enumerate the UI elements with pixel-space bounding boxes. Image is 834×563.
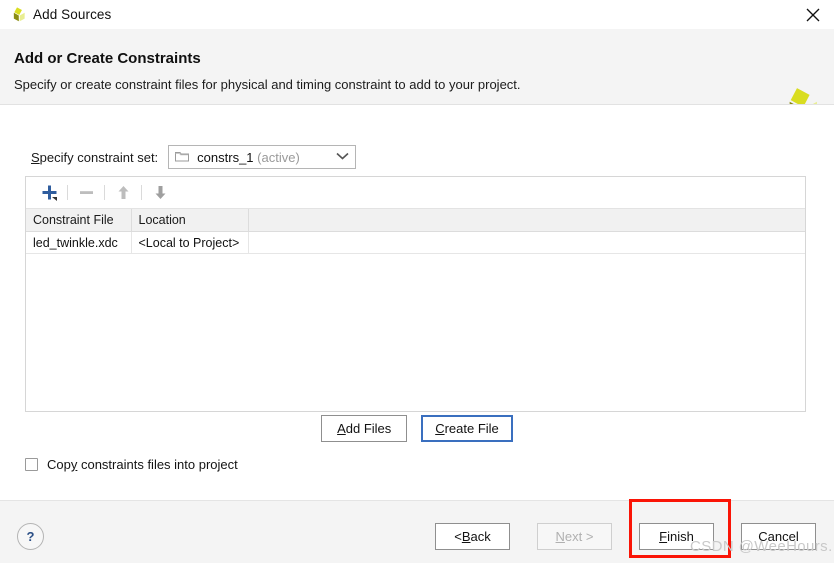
toolbar-separator [141, 185, 142, 200]
next-button: Next > [537, 523, 612, 550]
remove-file-button[interactable] [73, 182, 99, 204]
back-button[interactable]: < Back [435, 523, 510, 550]
copy-constraints-option[interactable]: Copy constraints files into project [25, 457, 238, 472]
chevron-down-icon[interactable] [336, 152, 349, 163]
toolbar-separator [67, 185, 68, 200]
toolbar-separator [104, 185, 105, 200]
cell-constraint-file: led_twinkle.xdc [26, 231, 132, 254]
cancel-button[interactable]: Cancel [741, 523, 816, 550]
window-title: Add Sources [33, 7, 112, 22]
file-action-buttons: Add Files Create File [0, 415, 834, 442]
copy-constraints-checkbox[interactable] [25, 458, 38, 471]
page-title: Add or Create Constraints [14, 50, 201, 67]
create-file-button[interactable]: Create File [421, 415, 513, 442]
close-icon[interactable] [792, 0, 834, 29]
constraint-files-panel: Constraint File Location led_twinkle.xdc… [25, 176, 806, 412]
table-header-row: Constraint File Location [26, 209, 805, 232]
constraint-set-label: Specify constraint set: [31, 149, 159, 165]
move-down-button[interactable] [147, 182, 173, 204]
window-titlebar: Add Sources [0, 0, 834, 30]
wizard-content: Specify constraint set: constrs_1 (activ… [0, 104, 834, 501]
constraint-set-dropdown[interactable]: constrs_1 (active) [168, 145, 357, 169]
column-header-location[interactable]: Location [131, 209, 249, 232]
move-up-button[interactable] [110, 182, 136, 204]
copy-constraints-label: Copy constraints files into project [47, 457, 238, 472]
question-mark-icon[interactable]: ? [17, 523, 44, 550]
wizard-footer: ? < Back Next > Finish Cancel [0, 500, 834, 563]
add-files-plus-button[interactable] [36, 182, 62, 204]
files-toolbar [26, 177, 805, 209]
navigation-buttons: < Back Next > Finish Cancel [435, 523, 816, 550]
constraint-files-table: Constraint File Location led_twinkle.xdc… [26, 209, 805, 254]
add-files-button[interactable]: Add Files [321, 415, 408, 442]
constraint-set-row: Specify constraint set: constrs_1 (activ… [31, 145, 357, 169]
column-header-constraint-file[interactable]: Constraint File [26, 209, 132, 232]
folder-icon [175, 150, 190, 165]
xilinx-logo-icon [8, 6, 26, 24]
cell-location: <Local to Project> [131, 231, 249, 254]
table-row[interactable]: led_twinkle.xdc <Local to Project> [26, 231, 805, 254]
page-subtitle: Specify or create constraint files for p… [14, 77, 521, 92]
finish-button[interactable]: Finish [639, 523, 714, 550]
constraint-set-value: constrs_1 (active) [197, 149, 300, 165]
column-header-blank [248, 209, 805, 232]
wizard-header: Add or Create Constraints Specify or cre… [0, 29, 834, 123]
cell-blank [248, 231, 805, 254]
